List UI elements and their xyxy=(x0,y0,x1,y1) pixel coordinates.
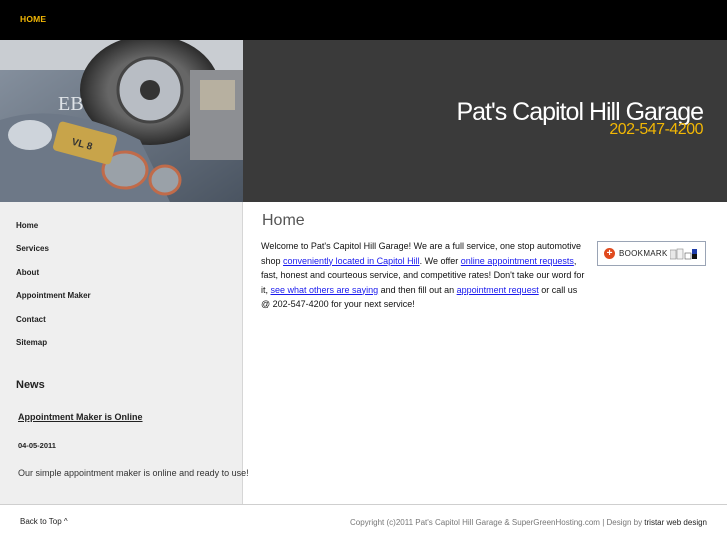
footer-divider xyxy=(0,504,727,505)
header-band: Pat's Capitol Hill Garage 202-547-4200 xyxy=(243,40,727,202)
social-bookmark-icons xyxy=(670,248,697,260)
sidebar-item-contact[interactable]: Contact xyxy=(16,315,46,324)
back-to-top-link[interactable]: Back to Top ^ xyxy=(20,517,68,526)
copyright-notice: Copyright (c)2011 Pat's Capitol Hill Gar… xyxy=(347,517,707,529)
sidebar-item-services[interactable]: Services xyxy=(16,244,49,253)
car-engine-illustration: VL 8 EB xyxy=(0,40,243,202)
sidebar-item-home[interactable]: Home xyxy=(16,221,38,230)
intro-text-4: and then fill out an xyxy=(378,284,457,295)
top-navigation-bar: HOME xyxy=(0,0,727,40)
intro-paragraph: Welcome to Pat's Capitol Hill Garage! We… xyxy=(261,239,587,312)
sidebar-item-about[interactable]: About xyxy=(16,268,39,277)
sidebar-item-sitemap[interactable]: Sitemap xyxy=(16,338,47,347)
link-location[interactable]: conveniently located in Capitol Hill xyxy=(283,256,420,266)
header-car-image: VL 8 EB xyxy=(0,40,243,202)
site-phone: 202-547-4200 xyxy=(609,121,703,138)
bookmark-button[interactable]: + BOOKMARK xyxy=(597,241,706,266)
bookmark-label: BOOKMARK xyxy=(619,249,668,258)
top-nav-home-link[interactable]: HOME xyxy=(20,14,46,24)
news-date: 04-05-2011 xyxy=(18,441,56,450)
copyright-text: Copyright (c)2011 Pat's Capitol Hill Gar… xyxy=(350,518,645,527)
sidebar-item-appointment-maker[interactable]: Appointment Maker xyxy=(16,291,91,300)
designer-link[interactable]: tristar web design xyxy=(644,518,707,527)
link-testimonials[interactable]: see what others are saying xyxy=(271,285,379,295)
link-appointment-request[interactable]: appointment request xyxy=(457,285,539,295)
page-title: Home xyxy=(262,212,305,229)
sidebar: Home Services About Appointment Maker Co… xyxy=(0,202,249,504)
news-text: Our simple appointment maker is online a… xyxy=(18,468,249,478)
news-heading: News xyxy=(16,379,45,391)
news-headline-link[interactable]: Appointment Maker is Online xyxy=(18,412,143,422)
svg-text:EB: EB xyxy=(58,93,84,115)
plus-icon: + xyxy=(604,248,615,259)
intro-text-2: . We offer xyxy=(419,255,461,266)
link-online-appointment[interactable]: online appointment requests xyxy=(461,256,574,266)
